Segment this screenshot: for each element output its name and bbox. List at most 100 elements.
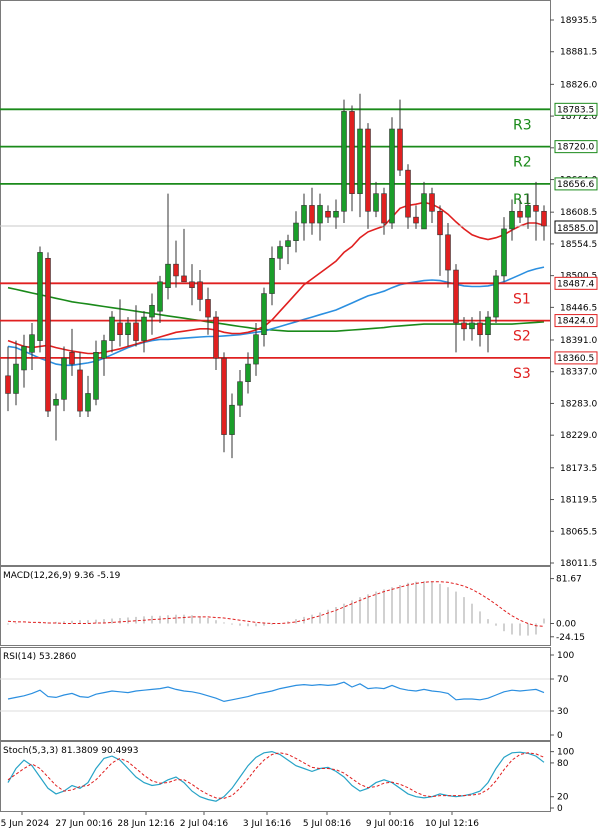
candle-body <box>405 169 411 218</box>
candle-body <box>357 128 363 194</box>
candle-body <box>509 210 515 230</box>
candle-body <box>333 210 339 218</box>
candle-body <box>189 281 195 288</box>
candle-body <box>253 334 259 365</box>
rsi-tick-label: 0 <box>557 731 563 741</box>
level-tag-value: 18487.4 <box>557 279 594 289</box>
candle-body <box>397 128 403 171</box>
price-tick-label: 18337.0 <box>560 368 597 378</box>
level-tag-value: 18656.6 <box>557 180 594 190</box>
stoch-tick-label: 20 <box>557 793 569 803</box>
candle-body <box>485 316 491 335</box>
time-tick-label: 9 Jul 00:16 <box>366 819 415 829</box>
candle-body <box>93 352 99 400</box>
candle-body <box>501 228 507 277</box>
macd-tick-label: -24.15 <box>556 633 585 643</box>
candle-body <box>293 222 299 241</box>
candle-body <box>341 111 347 212</box>
candle-body <box>533 205 539 212</box>
candle-body <box>277 246 283 259</box>
candle-body <box>37 252 43 341</box>
level-tag-value: 18424.0 <box>557 317 594 327</box>
candle-body <box>173 263 179 277</box>
price-tick-label: 18826.0 <box>560 80 597 90</box>
macd-tick-label: 0.00 <box>556 620 576 630</box>
candle-body <box>245 363 251 383</box>
candle-body <box>389 128 395 224</box>
chart-svg: R3R2R1S1S2S3 18935.518881.518826.018772.… <box>0 0 600 832</box>
level-name-r2: R2 <box>513 155 532 171</box>
candle-body <box>109 316 115 341</box>
candle-body <box>229 404 235 435</box>
candle-body <box>45 257 51 412</box>
level-name-s2: S2 <box>513 329 531 345</box>
candle-body <box>213 316 219 359</box>
time-tick-label: 10 Jul 12:16 <box>425 819 479 829</box>
candle-body <box>421 193 427 230</box>
stoch-tick-label: 80 <box>557 759 569 769</box>
candle-body <box>477 322 483 335</box>
time-tick-label: 25 Jun 2024 <box>0 819 49 829</box>
candle-body <box>525 205 531 218</box>
stoch-tick-label: 0 <box>557 804 563 814</box>
candle-body <box>429 193 435 212</box>
candle-body <box>125 322 131 335</box>
price-tick-label: 18065.5 <box>560 527 597 537</box>
candle-body <box>13 363 19 394</box>
level-name-r3: R3 <box>513 117 532 133</box>
level-tag-value: 18783.5 <box>557 105 594 115</box>
candle-body <box>461 322 467 330</box>
candle-body <box>149 305 155 318</box>
price-tick-label: 18173.5 <box>560 464 597 474</box>
time-tick-label: 28 Jun 12:16 <box>117 819 174 829</box>
candle-body <box>133 322 139 341</box>
candle-body <box>165 263 171 288</box>
rsi-tick-label: 30 <box>557 707 569 717</box>
candle-body <box>413 216 419 224</box>
macd-tick-label: 81.67 <box>556 575 582 585</box>
rsi-tick-label: 70 <box>557 675 569 685</box>
candle-body <box>181 275 187 283</box>
candle-body <box>101 340 107 359</box>
candle-body <box>5 375 11 394</box>
stoch-title: Stoch(5,3,3) 81.3809 90.4993 <box>3 746 138 756</box>
candle-body <box>197 281 203 300</box>
price-tick-label: 18229.0 <box>560 431 597 441</box>
price-tick-label: 18935.5 <box>560 16 597 26</box>
level-name-s1: S1 <box>513 291 531 307</box>
candle-body <box>517 210 523 218</box>
price-tick-label: 18608.5 <box>560 208 597 218</box>
rsi-title: RSI(14) 53.2860 <box>3 652 76 662</box>
candle-body <box>285 240 291 247</box>
current-price-tag: 18585.0 <box>557 224 594 234</box>
price-tick-label: 18283.0 <box>560 399 597 409</box>
level-tag-value: 18360.5 <box>557 354 594 364</box>
price-tick-label: 18446.5 <box>560 303 597 313</box>
rsi-tick-label: 100 <box>557 651 574 661</box>
candle-body <box>157 281 163 312</box>
candle-body <box>237 381 243 406</box>
trading-chart[interactable]: R3 R2 R1 S1 S2 S3 18935.5 18881.5 18826.0 18772.… <box>0 0 600 832</box>
time-tick-label: 3 Jul 16:16 <box>243 819 292 829</box>
candle-body <box>77 369 83 412</box>
candle-body <box>61 357 67 400</box>
candle-body <box>301 205 307 224</box>
candle-body <box>53 399 59 406</box>
candle-body <box>29 334 35 353</box>
candle-body <box>221 357 227 435</box>
candle-body <box>85 393 91 412</box>
candle-body <box>349 111 355 194</box>
candle-body <box>317 205 323 224</box>
candle-body <box>141 316 147 341</box>
candle-body <box>261 293 267 335</box>
candle-body <box>469 322 475 330</box>
price-tick-label: 18881.5 <box>560 48 597 58</box>
candle-body <box>437 210 443 236</box>
price-tick-label: 18119.5 <box>560 496 597 506</box>
price-tick-label: 18011.5 <box>560 559 597 569</box>
level-name-s3: S3 <box>513 366 531 382</box>
macd-title: MACD(12,26,9) 9.36 -5.19 <box>3 571 121 581</box>
candle-body <box>69 352 75 365</box>
chart-background <box>0 0 600 832</box>
level-tag-value: 18720.0 <box>557 143 594 153</box>
